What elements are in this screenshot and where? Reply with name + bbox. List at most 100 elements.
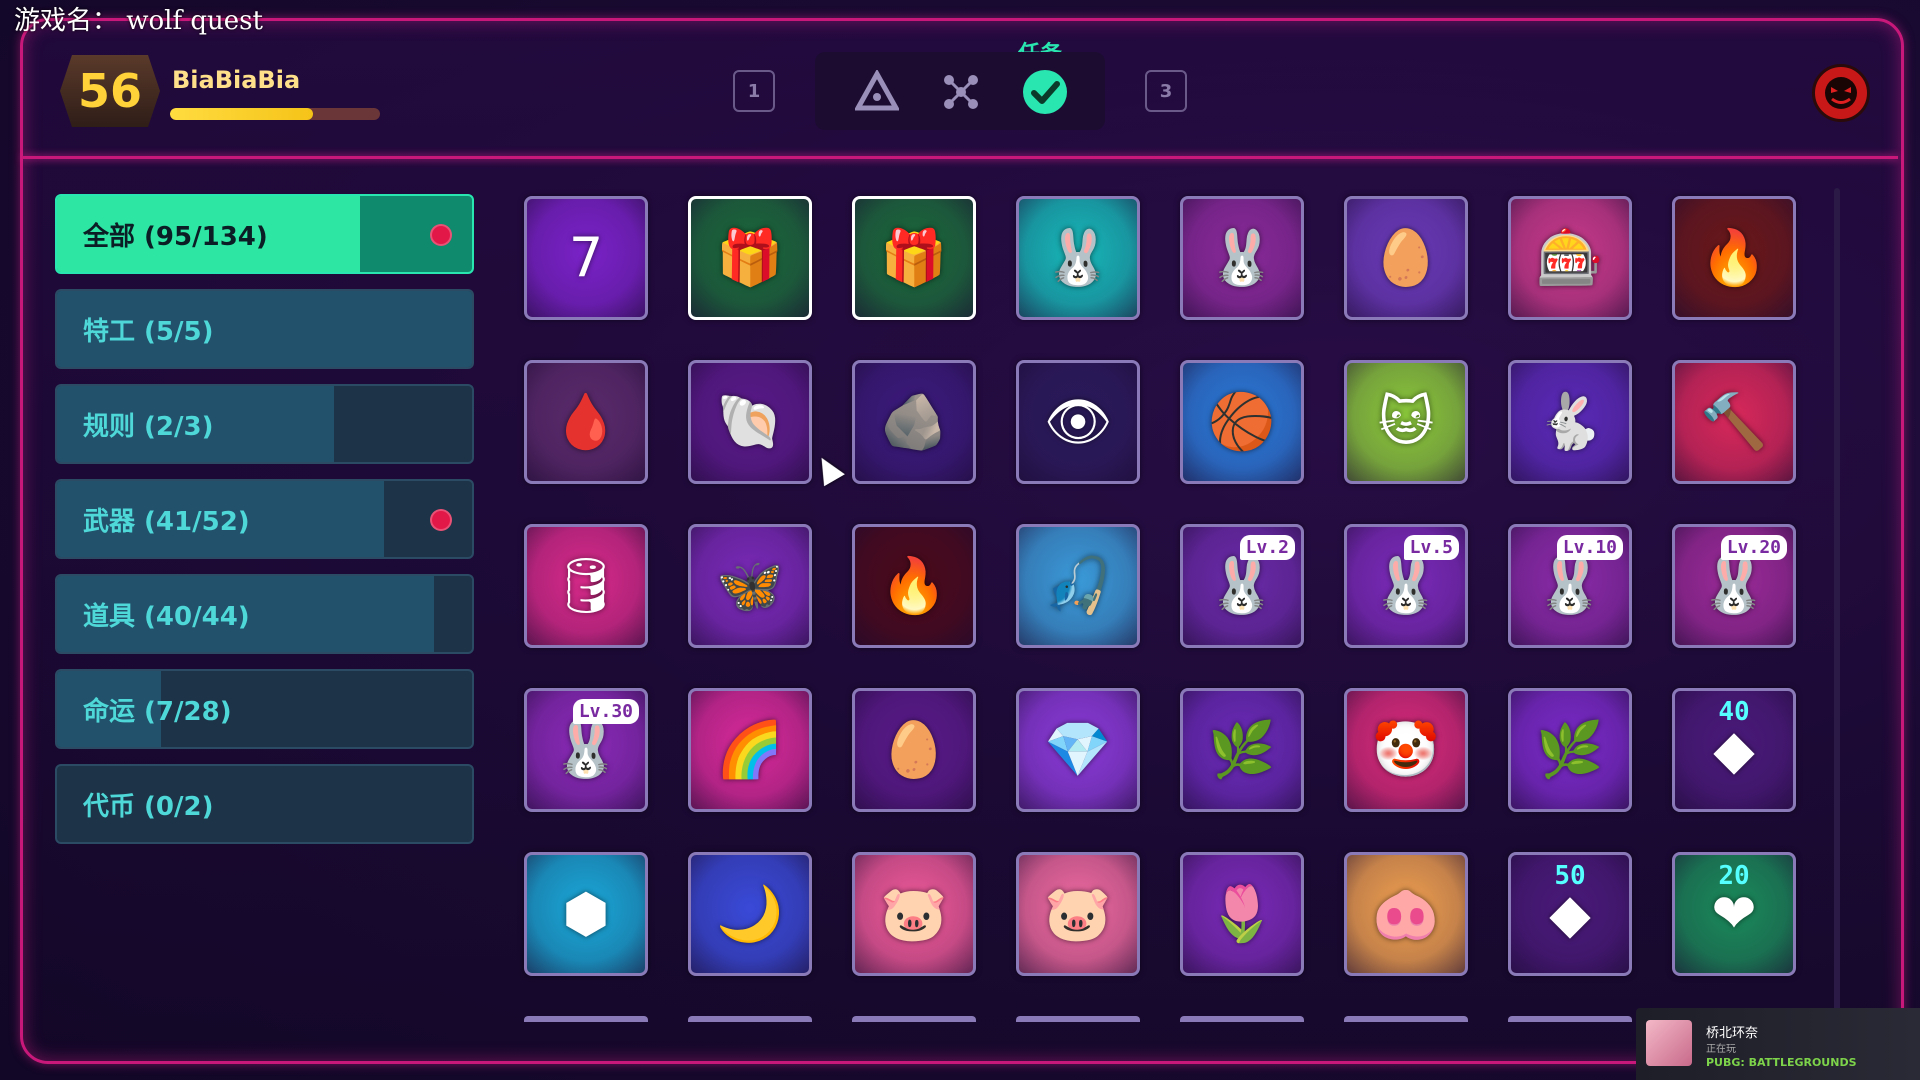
fire-drop-icon: 🔥 (1700, 226, 1768, 289)
tab-key-left[interactable]: 1 (733, 70, 775, 112)
category-item[interactable]: 道具 (40/44) (55, 574, 474, 654)
achievement-tile[interactable]: 💎 (1016, 688, 1140, 812)
achievement-tile[interactable]: 🐰 Lv.2 (1180, 524, 1304, 648)
next-row-tile (1016, 1016, 1140, 1022)
notification-dot-icon (430, 224, 452, 246)
achievement-tile[interactable]: 🎣 (1016, 524, 1140, 648)
achievement-tile[interactable]: 🐽 (1344, 852, 1468, 976)
achievement-tile[interactable]: 🤡 (1344, 688, 1468, 812)
notification-dot-icon (430, 509, 452, 531)
achievement-tile[interactable]: ❤ 20 (1672, 852, 1796, 976)
achievement-tile[interactable]: 🐰 Lv.10 (1508, 524, 1632, 648)
tab-tasks[interactable] (1019, 66, 1071, 118)
green-cat-icon: 🐱 (1377, 390, 1435, 453)
achievement-tile[interactable]: 🦋 (688, 524, 812, 648)
basketball-hoop-icon: 🏀 (1208, 390, 1276, 453)
rainbow-slime-icon: 🌈 (716, 718, 784, 781)
achievement-tile[interactable]: 7 (524, 196, 648, 320)
achievement-tile[interactable]: 🐰 Lv.30 (524, 688, 648, 812)
header-divider (22, 156, 1898, 159)
achievement-tile[interactable]: 🐷 (852, 852, 976, 976)
tab-key-right[interactable]: 3 (1145, 70, 1187, 112)
category-item[interactable]: 特工 (5/5) (55, 289, 474, 369)
bunny-level-5-icon: 🐰 (1372, 554, 1440, 617)
achievement-tile[interactable]: 🐰 Lv.20 (1672, 524, 1796, 648)
level-bubble: Lv.10 (1556, 535, 1623, 560)
tab-warning[interactable] (851, 66, 903, 118)
achievement-tile[interactable]: 🩸 (524, 360, 648, 484)
achievement-tile[interactable]: 🌙 (688, 852, 812, 976)
tile-number: 50 (1554, 861, 1586, 891)
next-row-tile (1180, 1016, 1304, 1022)
striped-egg-icon: 🥚 (1372, 226, 1440, 289)
notification-status: 正在玩 (1706, 1044, 1736, 1055)
achievement-tile[interactable]: 🏀 (1180, 360, 1304, 484)
achievement-tile[interactable]: 🔥 (1672, 196, 1796, 320)
bunny-level-20-icon: 🐰 (1700, 554, 1768, 617)
achievement-tile[interactable]: 🌷 (1180, 852, 1304, 976)
slot-machine-icon: 🎰 (1536, 226, 1604, 289)
category-item[interactable]: 全部 (95/134) (55, 194, 474, 274)
achievement-tile[interactable]: ◆ 40 (1672, 688, 1796, 812)
next-row-tile (688, 1016, 812, 1022)
blood-drop-icon: 🩸 (552, 390, 620, 453)
achievement-tile[interactable]: ◆ 50 (1508, 852, 1632, 976)
grey-cap-creature-icon: 🐚 (716, 390, 784, 453)
red-flame-drop-icon: 🔥 (880, 554, 948, 617)
fishing-bunny-icon: 🎣 (1044, 554, 1112, 617)
tab-nodes[interactable] (935, 66, 987, 118)
achievement-tile[interactable]: 🥚 (852, 688, 976, 812)
achievement-tile[interactable]: 🎁 (688, 196, 812, 320)
bunny-tier-five-icon: 🐰 (1208, 226, 1276, 289)
category-label: 武器 (41/52) (83, 506, 250, 537)
category-item[interactable]: 代币 (0/2) (55, 764, 474, 844)
speeding-anvil-icon: 🌙 (716, 882, 784, 945)
pink-tulip-icon: 🌷 (1208, 882, 1276, 945)
wooden-barrel-icon: 🛢 (551, 554, 621, 617)
achievement-tile[interactable]: 🐰 (1016, 196, 1140, 320)
profile-button[interactable] (1812, 64, 1870, 122)
creature-bouquet-icon: 🌿 (1208, 718, 1276, 781)
achievement-tile[interactable]: 🌿 (1180, 688, 1304, 812)
category-item[interactable]: 武器 (41/52) (55, 479, 474, 559)
achievement-tile[interactable]: 🌈 (688, 688, 812, 812)
category-item[interactable]: 规则 (2/3) (55, 384, 474, 464)
demon-face-icon (1825, 77, 1857, 109)
category-label: 道具 (40/44) (83, 601, 250, 632)
player-name: BiaBiaBia (172, 66, 301, 94)
bunny-level-2-icon: 🐰 (1208, 554, 1276, 617)
gift-box-20-icon: 🎁 (880, 226, 948, 289)
easter-eggs-icon: 🥚 (880, 718, 948, 781)
creature-bouquet-2-icon: 🌿 (1536, 718, 1604, 781)
achievement-tile[interactable]: 🐷 (1016, 852, 1140, 976)
blue-hexagons-icon: ⬢ (562, 882, 610, 945)
category-label: 特工 (5/5) (83, 316, 214, 347)
heart-emblem-20-icon: ❤ (1711, 882, 1757, 945)
achievement-tile[interactable]: 🔥 (852, 524, 976, 648)
achievement-tile[interactable]: 🪨 (852, 360, 976, 484)
butterfly-blade-icon: 🦋 (716, 554, 784, 617)
grid-scrollbar[interactable] (1834, 188, 1840, 1018)
tab-bar (815, 52, 1105, 130)
achievement-tile[interactable]: 🔨 (1672, 360, 1796, 484)
achievement-tile[interactable]: 🐱 (1344, 360, 1468, 484)
achievement-tile[interactable]: 🐚 (688, 360, 812, 484)
category-label: 规则 (2/3) (83, 411, 214, 442)
achievement-tile[interactable]: 👁 (1016, 360, 1140, 484)
achievement-tile[interactable]: 🐇 (1508, 360, 1632, 484)
achievement-tile[interactable]: 🐰 (1180, 196, 1304, 320)
number-seven-icon: 7 (568, 226, 604, 289)
player-level: 56 (77, 64, 142, 118)
jumping-bunny-icon: 🐇 (1536, 390, 1604, 453)
level-bubble: Lv.2 (1239, 535, 1295, 560)
achievement-tile[interactable]: 🥚 (1344, 196, 1468, 320)
achievement-tile[interactable]: 🎰 (1508, 196, 1632, 320)
achievement-tile[interactable]: ⬢ (524, 852, 648, 976)
friend-notification[interactable]: 桥北环奈 正在玩 PUBG: BATTLEGROUNDS (1636, 1008, 1920, 1080)
achievement-tile[interactable]: 🛢 (524, 524, 648, 648)
achievement-tile[interactable]: 🐰 Lv.5 (1344, 524, 1468, 648)
pink-pig-face-icon: 🐽 (1372, 882, 1440, 945)
category-item[interactable]: 命运 (7/28) (55, 669, 474, 749)
achievement-tile[interactable]: 🎁 (852, 196, 976, 320)
achievement-tile[interactable]: 🌿 (1508, 688, 1632, 812)
